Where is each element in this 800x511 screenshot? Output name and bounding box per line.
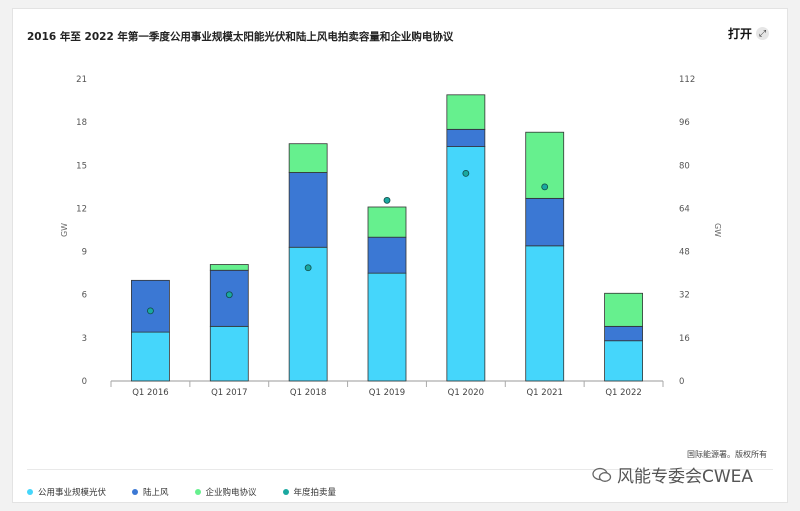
bar-segment: [367, 272, 407, 382]
bar-segment: [525, 197, 565, 247]
annual-point: [304, 264, 312, 272]
x-tick-label: Q1 2016: [132, 388, 168, 398]
legend-swatch-solar: [27, 489, 33, 495]
bar-segment: [525, 245, 565, 382]
bar-segment: [604, 325, 643, 342]
y-tick-label: 6: [82, 291, 87, 301]
watermark-text: 风能专委会CWEA: [617, 467, 754, 487]
y2-tick-label: 64: [679, 204, 690, 214]
watermark: 风能专委会CWEA: [592, 462, 753, 487]
legend-label-ppa: 企业购电协议: [205, 488, 257, 498]
y2-tick-label: 16: [679, 334, 690, 344]
y2-axis-label: GW: [713, 223, 722, 237]
y-tick-label: 21: [76, 75, 87, 85]
legend-item-solar[interactable]: 公用事业规模光伏: [27, 486, 106, 498]
y-tick-label: 12: [76, 204, 87, 214]
x-tick-label: Q1 2019: [369, 388, 405, 398]
x-tick-label: Q1 2017: [211, 388, 247, 398]
bar-segment: [131, 331, 170, 382]
y-tick-label: 18: [76, 118, 87, 128]
y2-tick-label: 32: [679, 291, 690, 301]
annual-point: [147, 307, 154, 315]
bar-segment: [446, 128, 486, 147]
annual-point: [225, 291, 233, 299]
bar-segment: [209, 325, 249, 382]
y-axis-label: GW: [60, 223, 69, 237]
legend-label-annual: 年度拍卖量: [293, 488, 337, 498]
legend-swatch-annual: [282, 489, 289, 495]
y-tick-label: 0: [82, 377, 87, 387]
y-tick-label: 9: [82, 248, 87, 258]
y2-tick-label: 48: [679, 248, 690, 258]
bar-segment: [446, 94, 486, 130]
bar-segment: [288, 143, 328, 173]
bar-segment: [209, 269, 249, 327]
legend-swatch-ppa: [194, 489, 201, 495]
wechat-icon: [592, 467, 612, 482]
y2-tick-label: 96: [679, 118, 690, 128]
bar-segment: [604, 340, 643, 382]
legend-label-solar: 公用事业规模光伏: [38, 488, 107, 498]
bar-segment: [209, 264, 249, 271]
source-note: 国际能源署。版权所有: [687, 450, 767, 459]
y2-tick-label: 80: [679, 161, 690, 171]
x-tick-label: Q1 2022: [605, 388, 641, 398]
y2-tick-label: 112: [679, 75, 695, 85]
annual-point: [541, 183, 549, 191]
bar-segment: [367, 236, 407, 274]
legend-item-annual[interactable]: 年度拍卖量: [282, 486, 337, 498]
legend-label-wind: 陆上风: [143, 488, 169, 498]
bar-segment: [131, 279, 170, 333]
x-tick-label: Q1 2020: [448, 388, 484, 398]
y2-tick-label: 0: [679, 377, 684, 387]
legend-item-wind[interactable]: 陆上风: [132, 486, 169, 498]
bar-segment: [446, 146, 486, 382]
annual-point: [383, 196, 391, 204]
legend: 公用事业规模光伏 陆上风 企业购电协议 年度拍卖量: [27, 486, 336, 498]
x-tick-label: Q1 2018: [290, 388, 326, 398]
legend-item-ppa[interactable]: 企业购电协议: [194, 486, 257, 498]
y-tick-label: 15: [76, 161, 87, 171]
bar-segment: [604, 292, 643, 327]
y-tick-label: 3: [82, 334, 87, 344]
chart-plot: 0 3 6 9 12 15 18 21 0 16 32 48 64 80 96 112 GW GW Q1 2016 Q…: [60, 75, 722, 398]
bar-segment: [288, 172, 328, 248]
chart-card: 2016 年至 2022 年第一季度公用事业规模太阳能光伏和陆上风电拍卖容量和企…: [12, 8, 788, 503]
bar-segment: [367, 206, 407, 238]
x-tick-label: Q1 2021: [526, 388, 562, 398]
legend-swatch-wind: [132, 489, 139, 495]
annual-point: [462, 169, 470, 177]
